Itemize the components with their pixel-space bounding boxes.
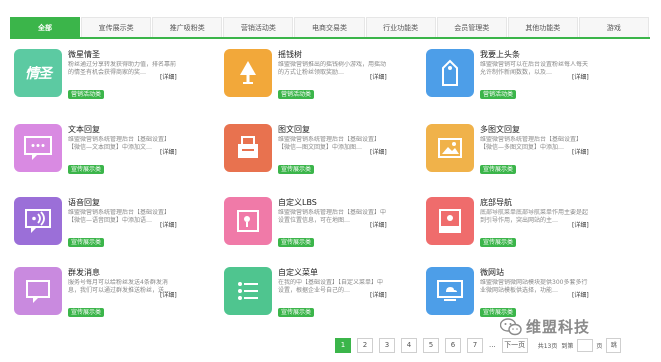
feature-card[interactable]: 微网站 维盟微营销微网站模块提供300多套多行业微网站模板供选择，功能… [详细] 宣… [420, 263, 610, 323]
detail-link[interactable]: [详细] [160, 290, 177, 299]
page-button[interactable]: 7 [467, 337, 483, 353]
custom-menu-icon [224, 267, 272, 315]
feature-card[interactable]: 多图文回复 维盟微营销系统管理后台【基础设置】【微信—多图文回复】中添加… [详细]… [420, 120, 610, 180]
feature-title: 多图文回复 [480, 125, 520, 134]
page-button[interactable]: 3 [379, 337, 395, 353]
goto-label: 到第 [561, 342, 574, 350]
tab-2[interactable]: 推广吸粉类 [152, 17, 223, 37]
tab-3[interactable]: 营销活动类 [223, 17, 294, 37]
feature-card[interactable]: 语音回复 维盟微营销系统管理后台【基础设置】【微信—语音回复】中添加语… [详细] 宣… [8, 193, 198, 253]
detail-link[interactable]: [详细] [370, 220, 387, 229]
feature-title: 自定义菜单 [278, 268, 318, 277]
total-pages: 共13页 [537, 342, 558, 350]
page-input[interactable] [577, 338, 594, 352]
page-button[interactable]: 4 [401, 337, 417, 353]
tab-6[interactable]: 会员管理类 [436, 17, 507, 37]
feature-title: 我要上头条 [480, 50, 520, 59]
bottom-nav-icon [426, 197, 474, 245]
page-button[interactable]: 1 [335, 337, 351, 353]
tab-5[interactable]: 行业功能类 [365, 17, 436, 37]
headline-tag-icon [426, 49, 474, 97]
category-badge: 宣传展示类 [68, 165, 105, 174]
detail-link[interactable]: [详细] [160, 72, 177, 81]
feature-card[interactable]: 自定义菜单 在我的中【基础设置】【自定义菜单】中设置，根据企业号自己的… [详细] 宣… [218, 263, 408, 323]
category-badge: 营销活动类 [68, 90, 105, 99]
feature-title: 文本回复 [68, 125, 100, 134]
detail-link[interactable]: [详细] [370, 290, 387, 299]
category-badge: 宣传展示类 [480, 165, 517, 174]
feature-title: 微星情圣 [68, 50, 100, 59]
category-badge: 宣传展示类 [278, 308, 315, 317]
feature-title: 自定义LBS [278, 198, 317, 207]
voice-reply-icon [14, 197, 62, 245]
feature-card[interactable]: 情圣 微星情圣 粉丝通过分享转发获得助力值，排名靠前的情圣有机会获得商家的奖… [详细… [8, 45, 198, 105]
category-badge: 宣传展示类 [480, 238, 517, 247]
detail-link[interactable]: [详细] [160, 147, 177, 156]
feature-title: 微网站 [480, 268, 504, 277]
page-button[interactable]: 2 [357, 337, 373, 353]
page-button[interactable]: 5 [423, 337, 439, 353]
category-badge: 宣传展示类 [68, 308, 105, 317]
watermark-text: 维盟科技 [526, 318, 591, 336]
feature-card[interactable]: 图文回复 维盟微营销系统管理后台【基础设置】【微信—图文回复】中添加图… [详细] 宣… [218, 120, 408, 180]
detail-link[interactable]: [详细] [160, 220, 177, 229]
news-reply-icon [224, 124, 272, 172]
mass-message-icon [14, 267, 62, 315]
detail-link[interactable]: [详细] [572, 72, 589, 81]
feature-title: 语音回复 [68, 198, 100, 207]
category-badge: 宣传展示类 [278, 238, 315, 247]
tab-7[interactable]: 其他功能类 [507, 17, 578, 37]
category-badge: 营销活动类 [278, 90, 315, 99]
category-tabs: 全部 宣传展示类 推广吸粉类 营销活动类 电商交易类 行业功能类 会员管理类 其他功能类 游戏 [10, 17, 650, 39]
text-reply-icon [14, 124, 62, 172]
feature-card[interactable]: 摇钱树 维盟微营销推出的摇钱树小游戏，用摇动的方式让粉丝领取奖励… [详细] 营销活动… [218, 45, 408, 105]
tab-8[interactable]: 游戏 [578, 17, 649, 37]
page-button[interactable]: 6 [445, 337, 461, 353]
page-unit-label: 页 [596, 342, 603, 350]
feature-card[interactable]: 底部导航 底部导航菜单底部导航菜单作用主要是起到引导作用，突出网站的主… [详细] 宣… [420, 193, 610, 253]
detail-link[interactable]: [详细] [572, 220, 589, 229]
detail-link[interactable]: [详细] [370, 147, 387, 156]
feature-title: 图文回复 [278, 125, 310, 134]
tab-0[interactable]: 全部 [10, 17, 81, 37]
qingsheng-icon: 情圣 [14, 49, 62, 97]
money-tree-icon [224, 49, 272, 97]
feature-title: 底部导航 [480, 198, 512, 207]
category-badge: 营销活动类 [480, 90, 517, 99]
tab-4[interactable]: 电商交易类 [294, 17, 365, 37]
detail-link[interactable]: [详细] [572, 147, 589, 156]
detail-link[interactable]: [详细] [572, 290, 589, 299]
pager-ellipsis: ... [489, 341, 496, 349]
tab-1[interactable]: 宣传展示类 [81, 17, 152, 37]
feature-card[interactable]: 群发消息 服务号每月可以给粉丝发送4条群发消息，我们可以通过群发推送粉丝，送… [详… [8, 263, 198, 323]
next-page-button[interactable]: 下一页 [501, 337, 528, 353]
watermark: 维盟科技 [500, 316, 590, 337]
feature-card[interactable]: 我要上头条 维盟微营销可以在后台设置粉丝每人每天允许制作新闻数数，以及… [详细] 营… [420, 45, 610, 105]
micro-site-icon [426, 267, 474, 315]
pagination: 1 2 3 4 5 6 7... 下一页 共13页 到第 页跳 [335, 337, 622, 353]
feature-title: 群发消息 [68, 268, 100, 277]
lbs-icon [224, 197, 272, 245]
multi-news-icon [426, 124, 474, 172]
category-badge: 宣传展示类 [278, 165, 315, 174]
feature-card[interactable]: 文本回复 维盟微营销系统管理后台【基础设置】【微信—文本回复】中添加文… [详细] 宣… [8, 120, 198, 180]
feature-card[interactable]: 自定义LBS 维盟微营销系统管理后台【基础设置】中设置位置信息，可在地图… [详细]… [218, 193, 408, 253]
detail-link[interactable]: [详细] [370, 72, 387, 81]
category-badge: 宣传展示类 [68, 238, 105, 247]
feature-title: 摇钱树 [278, 50, 302, 59]
go-button[interactable]: 跳 [606, 337, 622, 353]
feature-grid: 情圣 微星情圣 粉丝通过分享转发获得助力值，排名靠前的情圣有机会获得商家的奖… [详细… [0, 45, 661, 330]
wechat-icon [500, 317, 522, 335]
